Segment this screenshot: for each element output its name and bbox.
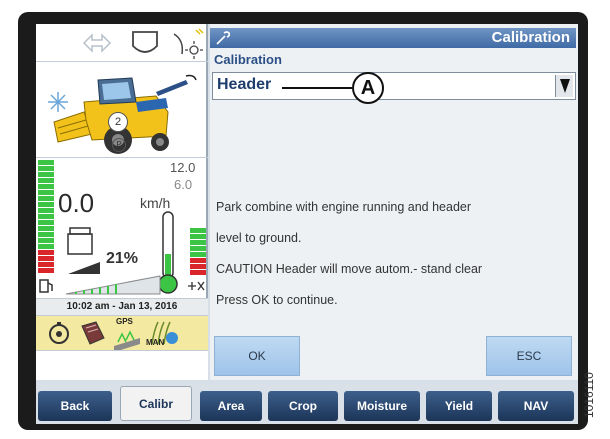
led-segment bbox=[38, 232, 54, 237]
top-icon-row bbox=[36, 24, 208, 62]
tab-nav[interactable]: NAV bbox=[498, 391, 574, 421]
instruction-line-1: Park combine with engine running and hea… bbox=[216, 200, 472, 214]
led-segment bbox=[38, 244, 54, 249]
fuel-level-scale bbox=[65, 275, 161, 295]
tab-crop[interactable]: Crop bbox=[268, 391, 338, 421]
hydraulic-temp-icon bbox=[188, 281, 205, 291]
instruction-line-4: Press OK to continue. bbox=[216, 293, 338, 307]
led-segment bbox=[190, 240, 206, 245]
light-sensor-icon[interactable] bbox=[170, 26, 204, 60]
ground-speed-value: 0.0 bbox=[58, 188, 95, 218]
header-outline-icon[interactable] bbox=[128, 26, 162, 60]
led-segment bbox=[38, 226, 54, 231]
park-indicator: P bbox=[112, 138, 126, 152]
left-led-bar bbox=[38, 160, 54, 274]
speed-max-value: 12.0 bbox=[170, 160, 196, 175]
figure-number-text: 1016110 bbox=[582, 372, 596, 418]
instruction-line-2: level to ground. bbox=[216, 231, 302, 245]
combine-status-area: 2 P bbox=[36, 62, 208, 158]
operator-book-icon[interactable] bbox=[78, 318, 108, 348]
led-segment bbox=[38, 214, 54, 219]
led-segment bbox=[190, 258, 206, 263]
manual-mode-label: MAN bbox=[146, 338, 165, 347]
led-segment bbox=[190, 264, 206, 269]
calibration-title: Calibration bbox=[491, 29, 570, 46]
led-segment bbox=[38, 208, 54, 213]
selected-calibration-item: Header bbox=[217, 76, 272, 93]
gauge-area: 12.0 6.0 0.0 km/h 21% bbox=[36, 158, 208, 298]
led-segment bbox=[38, 268, 54, 273]
led-segment bbox=[190, 228, 206, 233]
calibration-titlebar: Calibration bbox=[210, 28, 576, 48]
engine-icon[interactable] bbox=[44, 318, 74, 348]
speed-set-value: 6.0 bbox=[174, 177, 193, 192]
dropdown-arrow[interactable] bbox=[555, 75, 573, 97]
status-panel-footer bbox=[36, 350, 208, 380]
led-segment bbox=[38, 190, 54, 195]
led-segment bbox=[38, 262, 54, 267]
led-segment bbox=[38, 250, 54, 255]
led-segment bbox=[38, 220, 54, 225]
figure-number: 1016110 bbox=[580, 320, 604, 420]
fuel-percent: 21% bbox=[106, 250, 139, 267]
led-segment bbox=[38, 238, 54, 243]
led-segment bbox=[190, 270, 206, 275]
section-label: Calibration bbox=[214, 52, 282, 67]
tab-moisture[interactable]: Moisture bbox=[344, 391, 420, 421]
triangle-down-icon bbox=[560, 79, 570, 93]
led-segment bbox=[38, 172, 54, 177]
led-segment bbox=[38, 178, 54, 183]
callout-marker: A bbox=[352, 72, 384, 104]
tab-yield[interactable]: Yield bbox=[426, 391, 492, 421]
status-panel: 2 P 12.0 6.0 0.0 km/h 21% 10:02 am - Jan… bbox=[36, 24, 208, 380]
led-segment bbox=[38, 202, 54, 207]
led-segment bbox=[190, 234, 206, 239]
tab-area[interactable]: Area bbox=[200, 391, 262, 421]
tab-calibr[interactable]: Calibr bbox=[120, 386, 192, 421]
gear-indicator: 2 bbox=[108, 112, 128, 132]
led-segment bbox=[38, 196, 54, 201]
led-segment bbox=[190, 246, 206, 251]
date-time: 10:02 am - Jan 13, 2016 bbox=[36, 298, 208, 316]
fuel-pump-icon bbox=[39, 279, 53, 293]
led-segment bbox=[38, 256, 54, 261]
direction-arrows-icon[interactable] bbox=[80, 26, 114, 60]
calibration-select[interactable]: Header bbox=[212, 72, 576, 100]
caution-line: CAUTION Header will move autom.- stand c… bbox=[216, 262, 483, 276]
ok-button[interactable]: OK bbox=[214, 336, 300, 376]
bottom-tab-bar: Back Calibr Area Crop Moisture Yield NAV bbox=[36, 384, 578, 424]
esc-button[interactable]: ESC bbox=[486, 336, 572, 376]
led-segment bbox=[190, 252, 206, 257]
speed-unit: km/h bbox=[140, 195, 171, 211]
calibration-panel: Calibration Calibration Header A Park co… bbox=[210, 24, 578, 380]
led-segment bbox=[38, 166, 54, 171]
screen: 2 P 12.0 6.0 0.0 km/h 21% 10:02 am - Jan… bbox=[36, 24, 578, 424]
right-led-bar bbox=[190, 228, 206, 276]
wrench-icon bbox=[216, 31, 231, 45]
led-segment bbox=[38, 184, 54, 189]
callout-leader-line bbox=[282, 87, 352, 89]
tab-back[interactable]: Back bbox=[38, 391, 112, 421]
status-icon-row: GPS MAN bbox=[36, 316, 208, 352]
led-segment bbox=[38, 160, 54, 165]
